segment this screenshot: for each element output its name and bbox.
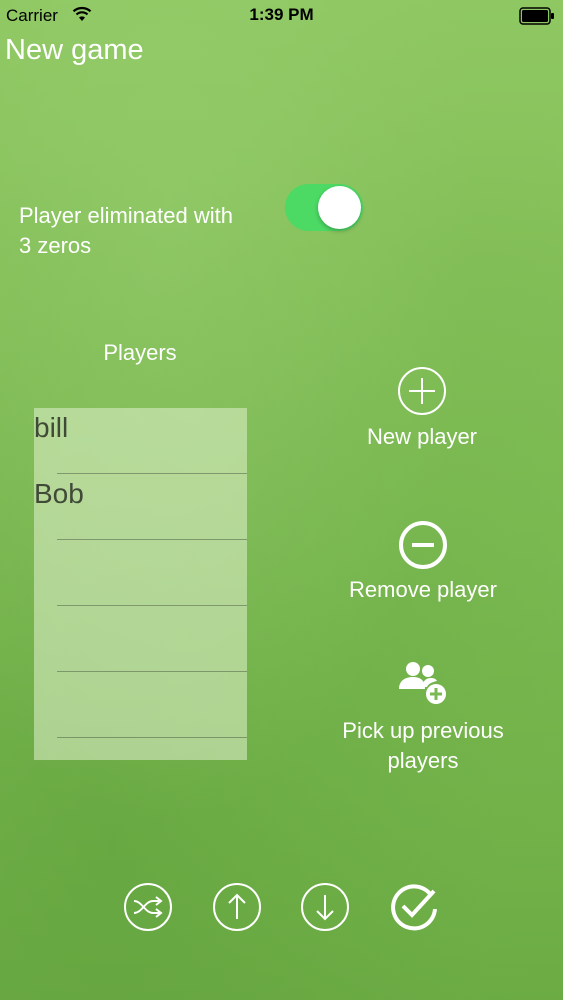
players-table[interactable]: bill Bob — [34, 408, 247, 760]
battery-icon — [519, 7, 554, 25]
toggle-knob — [318, 186, 361, 229]
eliminate-rule-label: Player eliminated with 3 zeros — [19, 203, 233, 258]
plus-circle-icon — [398, 367, 446, 415]
status-time: 1:39 PM — [249, 5, 314, 24]
eliminate-rule-toggle[interactable] — [285, 184, 363, 231]
player-row[interactable] — [34, 540, 247, 606]
player-row[interactable]: bill — [34, 408, 247, 474]
remove-player-label: Remove player — [349, 577, 497, 602]
add-group-icon — [399, 662, 446, 704]
player-name: Bob — [34, 478, 84, 509]
arrow-up-icon[interactable] — [212, 882, 262, 932]
shuffle-icon[interactable] — [123, 882, 173, 932]
players-header: Players — [103, 340, 177, 365]
checkmark-icon[interactable] — [387, 879, 443, 935]
player-row[interactable]: Bob — [34, 474, 247, 540]
page-title: New game — [5, 34, 144, 66]
player-name: bill — [34, 412, 69, 443]
arrow-down-icon[interactable] — [300, 882, 350, 932]
remove-player-button[interactable]: Remove player — [313, 519, 533, 605]
pick-previous-players-label: Pick up previous players — [342, 718, 504, 773]
new-player-label: New player — [366, 424, 478, 449]
player-row[interactable] — [34, 672, 247, 738]
player-row[interactable] — [34, 606, 247, 672]
minus-circle-icon — [399, 521, 447, 569]
status-bar: Carrier 1:39 PM — [0, 0, 563, 32]
pick-previous-players-button[interactable]: Pick up previous players — [312, 656, 534, 776]
new-player-button[interactable]: New player — [322, 366, 522, 452]
